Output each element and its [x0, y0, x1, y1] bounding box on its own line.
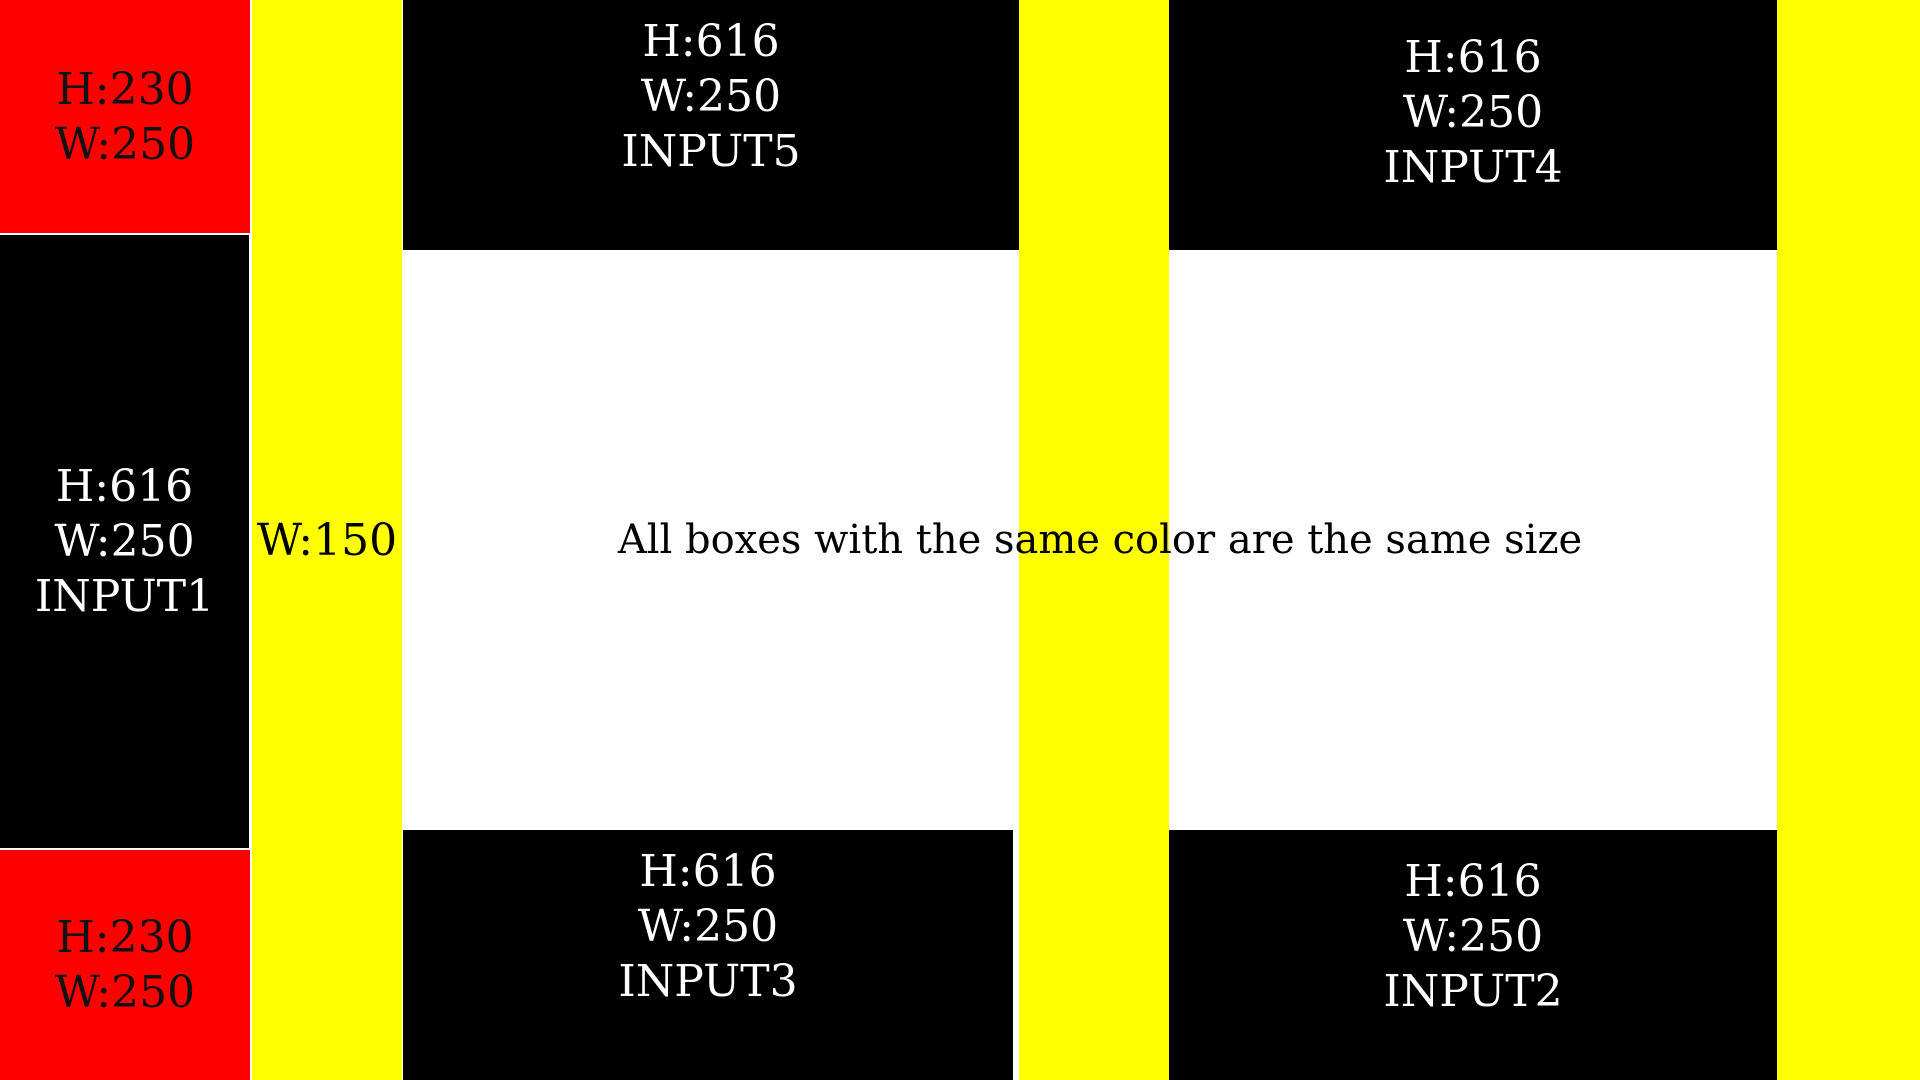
red-box-top: H:230 W:250	[0, 0, 250, 233]
red-top-width-label: W:250	[54, 118, 196, 170]
red-bottom-width-label: W:250	[54, 967, 196, 1018]
yellow-bar-width-label: W:150	[256, 514, 398, 566]
yellow-bar-middle	[1019, 0, 1169, 1080]
input5-width-label: W:250	[640, 71, 782, 122]
input4-width-label: W:250	[1402, 87, 1544, 138]
input1-name-label: INPUT1	[34, 571, 215, 622]
black-box-input2: H:616 W:250 INPUT2	[1169, 830, 1777, 1080]
red-box-bottom: H:230 W:250	[0, 850, 250, 1080]
input3-name-label: INPUT3	[618, 956, 798, 1007]
input2-name-label: INPUT2	[1383, 966, 1563, 1017]
input2-width-label: W:250	[1402, 911, 1544, 962]
yellow-bar-left: W:150	[252, 0, 402, 1080]
black-box-input4: H:616 W:250 INPUT4	[1169, 0, 1777, 250]
black-box-input1: H:616 W:250 INPUT1	[0, 235, 250, 848]
red-bottom-height-label: H:230	[56, 912, 194, 963]
input3-width-label: W:250	[637, 901, 779, 952]
input3-height-label: H:616	[639, 846, 777, 897]
input5-name-label: INPUT5	[621, 126, 801, 177]
input4-height-label: H:616	[1404, 32, 1542, 83]
black-box-input5: H:616 W:250 INPUT5	[403, 0, 1019, 250]
input5-height-label: H:616	[642, 16, 780, 67]
black-box-input3: H:616 W:250 INPUT3	[403, 830, 1013, 1080]
yellow-bar-right	[1777, 0, 1920, 1080]
red-top-height-label: H:230	[56, 63, 194, 115]
input1-width-label: W:250	[54, 516, 195, 567]
input2-height-label: H:616	[1404, 856, 1542, 907]
input1-height-label: H:616	[55, 461, 194, 512]
input4-name-label: INPUT4	[1383, 142, 1563, 193]
